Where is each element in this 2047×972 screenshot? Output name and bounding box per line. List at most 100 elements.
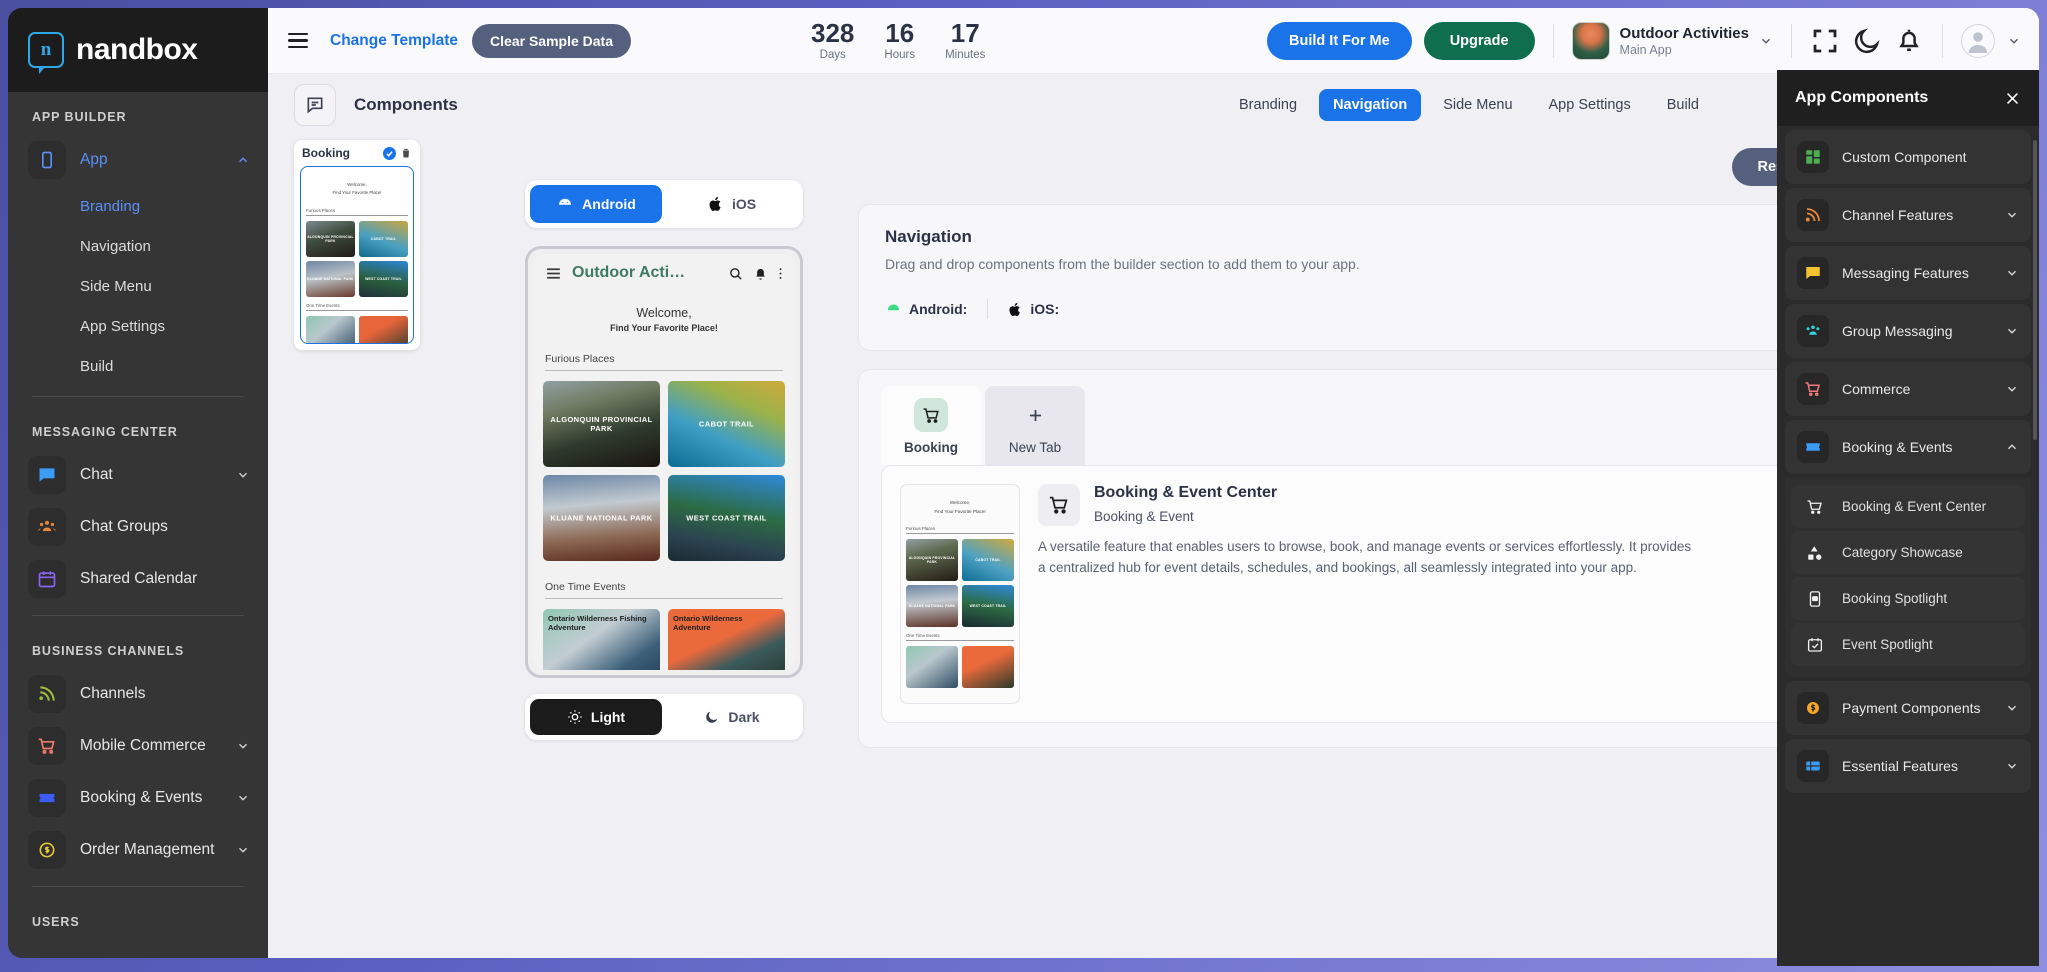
user-avatar-icon[interactable] [1961,23,1995,58]
component-custom-component[interactable]: Custom Component [1785,130,2031,184]
phone-place-card[interactable]: WEST COAST TRAIL [668,475,785,561]
upgrade-button[interactable]: Upgrade [1423,21,1535,60]
chevron-down-icon[interactable] [2005,759,2019,773]
sidebar-item-chat-groups[interactable]: Chat Groups [8,501,268,553]
theme-dark-button[interactable]: Dark [666,699,798,735]
divider [987,299,989,319]
trash-icon[interactable] [400,147,412,159]
component-booking-events[interactable]: Booking & Events [1785,420,2031,474]
countdown-days: 328 Days [811,19,854,61]
sidebar-item-chat[interactable]: Chat [8,449,268,501]
fb-welcome-line1: Welcome, [949,500,971,505]
tab-app-settings[interactable]: App Settings [1535,89,1645,121]
chevron-down-icon[interactable] [2005,208,2019,222]
hamburger-icon[interactable] [545,265,562,282]
components-icon[interactable] [294,84,336,126]
cart-icon [914,398,948,432]
fullscreen-icon[interactable] [1810,26,1840,56]
hamburger-icon[interactable] [288,32,308,49]
phone-screen: Outdoor Acti… Welcome, Find Your Favorit… [533,254,795,670]
search-icon[interactable] [728,266,743,281]
sidebar-item-app[interactable]: App [8,134,268,186]
sidebar-subitem-build[interactable]: Build [8,346,268,386]
change-template-link[interactable]: Change Template [330,32,458,50]
chevron-up-icon[interactable] [2005,440,2019,454]
app-frame: n nandbox APP BUILDER App Branding Navig… [0,0,2047,972]
component-booking-spotlight[interactable]: Booking Spotlight [1791,577,2025,620]
sidebar-subitem-side-menu[interactable]: Side Menu [8,266,268,306]
mini-place-label: ALGONQUIN PROVINCIAL PARK [307,234,354,243]
sidebar-item-mobile-commerce[interactable]: Mobile Commerce [8,720,268,772]
phone-place-card[interactable]: CABOT TRAIL [668,381,785,467]
sidebar-item-order-management[interactable]: Order Management [8,824,268,876]
component-group-messaging[interactable]: Group Messaging [1785,304,2031,358]
component-booking-events-children: Booking & Event Center Category Showcase… [1785,478,2031,677]
phone-app-title: Outdoor Acti… [572,264,686,281]
panel-scrollbar[interactable] [2033,140,2037,440]
tab-side-menu[interactable]: Side Menu [1429,89,1526,121]
calendar-icon [28,560,66,598]
build-it-for-me-button[interactable]: Build It For Me [1267,21,1412,60]
sidebar-item-shared-calendar[interactable]: Shared Calendar [8,553,268,605]
check-circle-icon[interactable] [383,146,396,160]
phone-place-card[interactable]: ALGONQUIN PROVINCIAL PARK [543,381,660,467]
sidebar-item-booking-events[interactable]: Booking & Events [8,772,268,824]
fb-place-label: WEST COAST TRAIL [969,604,1007,609]
moon-icon[interactable] [1852,26,1882,56]
android-label: Android: [909,301,968,317]
phone-section-events: One Time Events [545,581,783,599]
tab-build[interactable]: Build [1653,89,1713,121]
template-card[interactable]: Booking Welcome, Find Your Favorite Plac… [294,140,420,350]
bell-icon[interactable] [753,266,768,281]
mini-section-1: Furious Places [306,208,408,216]
platform-ios-button[interactable]: iOS [666,185,798,223]
chevron-down-icon[interactable] [2005,324,2019,338]
sidebar-section-app-builder: APP BUILDER [32,110,127,124]
fb-section-2: One Time Events [906,633,1014,642]
sidebar-subitem-app-settings[interactable]: App Settings [8,306,268,346]
component-payment-components[interactable]: Payment Components [1785,681,2031,735]
chevron-down-icon [238,472,248,478]
phone-event-card[interactable]: Ontario Wilderness Adventure [668,609,785,670]
brand-logo[interactable]: n nandbox [8,8,268,92]
tab-branding[interactable]: Branding [1225,89,1311,121]
app-tab-booking[interactable]: Booking [881,386,981,465]
component-commerce[interactable]: Commerce [1785,362,2031,416]
rss-icon [1797,199,1829,231]
divider [1552,23,1554,58]
sidebar-subitem-navigation[interactable]: Navigation [8,226,268,266]
kebab-menu-icon[interactable] [778,266,783,281]
group-icon [1797,315,1829,347]
chevron-down-icon[interactable] [2007,34,2021,48]
component-booking-event-center[interactable]: Booking & Event Center [1791,485,2025,528]
tab-navigation[interactable]: Navigation [1319,89,1422,121]
phone-place-card[interactable]: KLUANE NATIONAL PARK [543,475,660,561]
component-channel-features[interactable]: Channel Features [1785,188,2031,242]
phone-event-card[interactable]: Ontario Wilderness Fishing Adventure [543,609,660,670]
fb-places-grid: ALGONQUIN PROVINCIAL PARK CABOT TRAIL KL… [906,539,1014,628]
cart-icon [28,727,66,765]
sidebar-item-channels[interactable]: Channels [8,668,268,720]
app-tab-new[interactable]: New Tab [985,386,1085,465]
component-messaging-features[interactable]: Messaging Features [1785,246,2031,300]
platform-android-button[interactable]: Android [530,185,662,223]
left-sidebar: n nandbox APP BUILDER App Branding Navig… [8,8,268,958]
fb-event-cell [906,646,958,689]
close-icon[interactable] [2004,90,2021,107]
app-switcher[interactable]: Outdoor Activities Main App [1571,21,1773,60]
sidebar-subitem-branding[interactable]: Branding [8,186,268,226]
component-event-spotlight[interactable]: Event Spotlight [1791,623,2025,666]
clear-sample-data-button[interactable]: Clear Sample Data [472,23,631,58]
chevron-down-icon[interactable] [2005,701,2019,715]
theme-light-button[interactable]: Light [530,699,662,735]
chevron-down-icon[interactable] [2005,382,2019,396]
fb-place-cell: ALGONQUIN PROVINCIAL PARK [906,539,958,582]
component-category-showcase[interactable]: Category Showcase [1791,531,2025,574]
bell-icon[interactable] [1894,26,1924,56]
chevron-down-icon[interactable] [2005,266,2019,280]
phone-welcome-line1: Welcome, [636,306,692,320]
component-essential-features[interactable]: Essential Features [1785,739,2031,793]
spotlight-icon [1801,585,1829,613]
fb-event-cell [962,646,1014,689]
chat-icon [1797,257,1829,289]
